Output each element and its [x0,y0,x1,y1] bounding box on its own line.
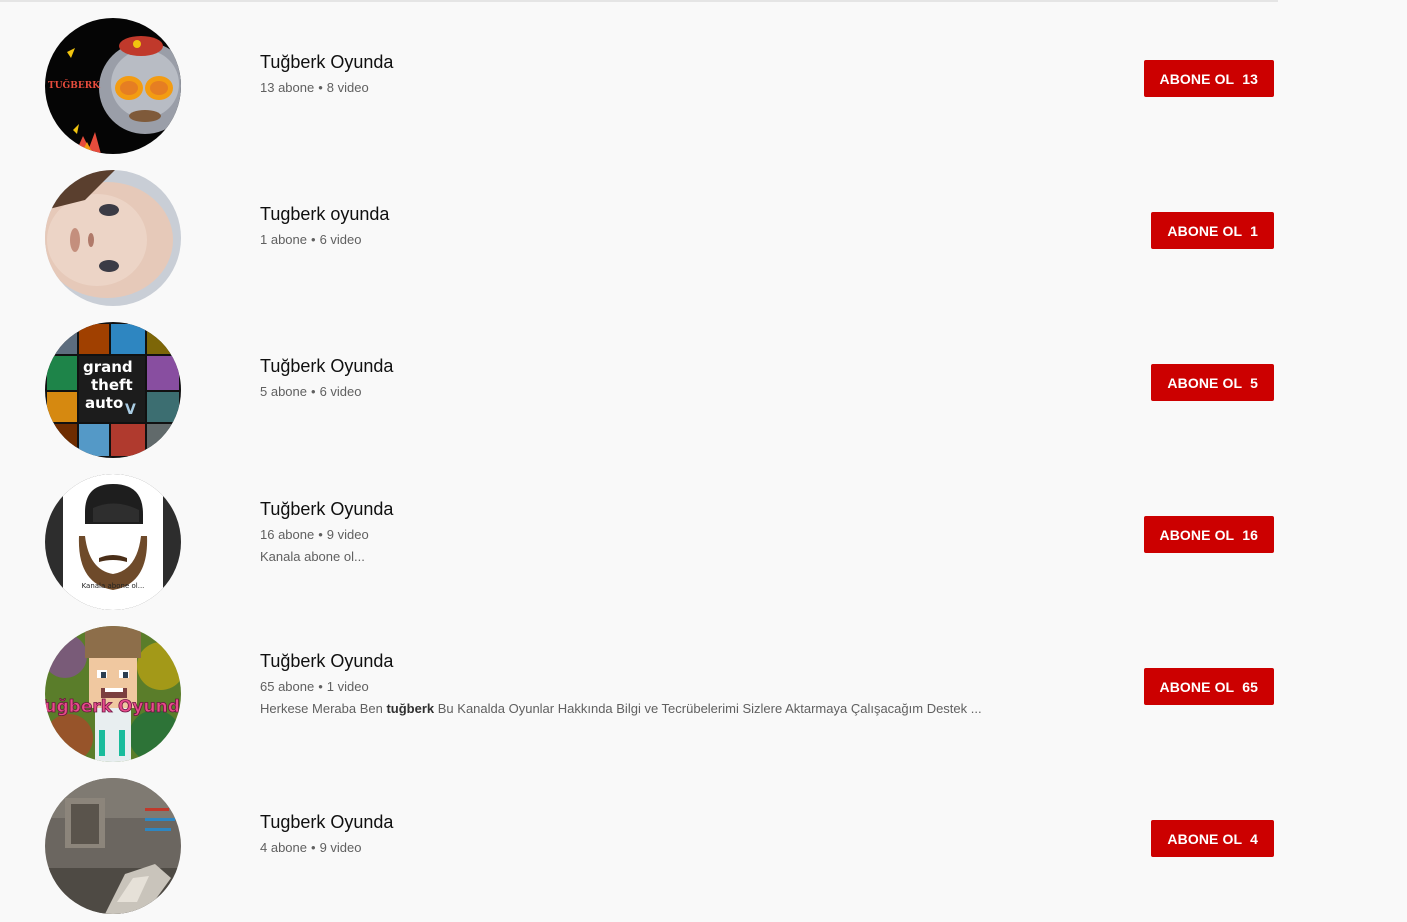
subscriber-count: 65 abone [260,679,315,694]
avatar-image [45,778,181,914]
channel-info: Tuğberk Oyunda 16 abone • 9 video Kanala a… [260,497,393,566]
video-count: 1 video [326,679,369,694]
channel-avatar[interactable] [45,170,181,306]
channel-row: Tugberk oyunda 1 abone • 6 video ABONE OL 1 [0,162,1407,314]
channel-meta: 4 abone • 9 video [260,839,393,857]
avatar-text: theft [91,376,133,394]
subscriber-count: 16 abone [260,527,315,542]
channel-info: Tuğberk Oyunda 65 abone • 1 video Herkese … [260,649,982,718]
channel-row: TUĞBERK Tuğberk Oyunda 13 abone • 8 video … [0,10,1407,162]
avatar-text: Kanala abone ol... [82,582,145,590]
avatar-text: grand [83,358,133,376]
channel-avatar[interactable]: TUĞBERK [45,18,181,154]
video-count: 8 video [326,80,369,95]
video-count: 9 video [319,840,362,855]
meta-separator: • [318,679,323,694]
meta-separator: • [311,232,316,247]
channel-meta: 1 abone • 6 video [260,231,389,249]
subscriber-count: 13 abone [260,80,315,95]
video-count: 9 video [326,527,369,542]
description-text: Bu Kanalda Oyunlar Hakkında Bilgi ve Tec… [437,701,982,716]
channel-row: Kanala abone ol... Tuğberk Oyunda 16 abo… [0,466,1407,618]
avatar-text: TUĞBERK [48,79,101,91]
channel-avatar[interactable]: Tuğberk Oyunda [45,626,181,762]
subscriber-count: 5 abone [260,384,307,399]
channel-title[interactable]: Tuğberk Oyunda [260,649,982,673]
channel-title[interactable]: Tugberk oyunda [260,202,389,226]
subscribe-button[interactable]: ABONE OL 65 [1143,668,1274,705]
channel-meta: 13 abone • 8 video [260,79,393,97]
meta-separator: • [311,840,316,855]
channel-info: Tuğberk Oyunda 5 abone • 6 video [260,354,393,401]
subscribe-count: 4 [1250,830,1258,847]
subscribe-count: 65 [1242,678,1258,695]
subscribe-label: ABONE OL [1167,222,1243,239]
subscribe-count: 16 [1242,526,1258,543]
subscribe-button[interactable]: ABONE OL 1 [1151,212,1274,249]
subscribe-button[interactable]: ABONE OL 13 [1143,60,1274,97]
channel-meta: 5 abone • 6 video [260,383,393,401]
video-count: 6 video [319,232,362,247]
subscribe-button[interactable]: ABONE OL 5 [1151,364,1274,401]
avatar-image: TUĞBERK [45,18,181,154]
subscribe-label: ABONE OL [1167,830,1243,847]
subscribe-button[interactable]: ABONE OL 4 [1151,820,1274,857]
subscribe-label: ABONE OL [1159,70,1235,87]
channel-avatar[interactable]: Kanala abone ol... [45,474,181,610]
meta-separator: • [318,527,323,542]
subscribe-count: 13 [1242,70,1258,87]
description-text: Herkese Meraba Ben [260,701,383,716]
channel-info: Tugberk Oyunda 4 abone • 9 video [260,810,393,857]
avatar-image: grand theft auto V [45,322,181,458]
channel-description: Kanala abone ol... [260,549,365,564]
channel-title[interactable]: Tugberk Oyunda [260,810,393,834]
channel-row: grand theft auto V Tuğberk Oyunda 5 abon… [0,314,1407,466]
channel-row: Tugberk Oyunda 4 abone • 9 video ABONE OL 4 [0,770,1407,922]
subscribe-label: ABONE OL [1159,678,1235,695]
channel-meta: 65 abone • 1 video [260,678,982,696]
top-divider [0,0,1278,2]
channel-title[interactable]: Tuğberk Oyunda [260,354,393,378]
channel-row: Tuğberk Oyunda Tuğberk Oyunda 65 abone•1… [0,618,1407,770]
avatar-text: auto [85,394,123,412]
channel-title[interactable]: Tuğberk Oyunda [260,50,393,74]
channel-avatar[interactable]: grand theft auto V [45,322,181,458]
avatar-image: Kanala abone ol... [45,474,181,610]
subscriber-count: 4 abone [260,840,307,855]
meta-separator: • [311,384,316,399]
subscribe-count: 5 [1250,374,1258,391]
meta-separator: • [318,80,323,95]
avatar-image: Tuğberk Oyunda [45,626,181,762]
subscribe-button[interactable]: ABONE OL 16 [1143,516,1274,553]
subscribe-label: ABONE OL [1167,374,1243,391]
subscriber-count: 1 abone [260,232,307,247]
avatar-image [45,170,181,306]
channel-title[interactable]: Tuğberk Oyunda [260,497,393,521]
channel-meta: 16 abone • 9 video [260,526,393,544]
channel-info: Tugberk oyunda 1 abone • 6 video [260,202,389,249]
channel-avatar[interactable] [45,778,181,914]
subscribe-label: ABONE OL [1159,526,1235,543]
video-count: 6 video [319,384,362,399]
channel-info: Tuğberk Oyunda 13 abone • 8 video [260,50,393,97]
subscribe-count: 1 [1250,222,1258,239]
svg-text:V: V [125,402,136,418]
avatar-text: Tuğberk Oyunda [45,697,181,717]
channel-description: Herkese Meraba Ben tuğberk Bu Kanalda Oy… [260,700,982,718]
description-highlight: tuğberk [386,701,435,716]
